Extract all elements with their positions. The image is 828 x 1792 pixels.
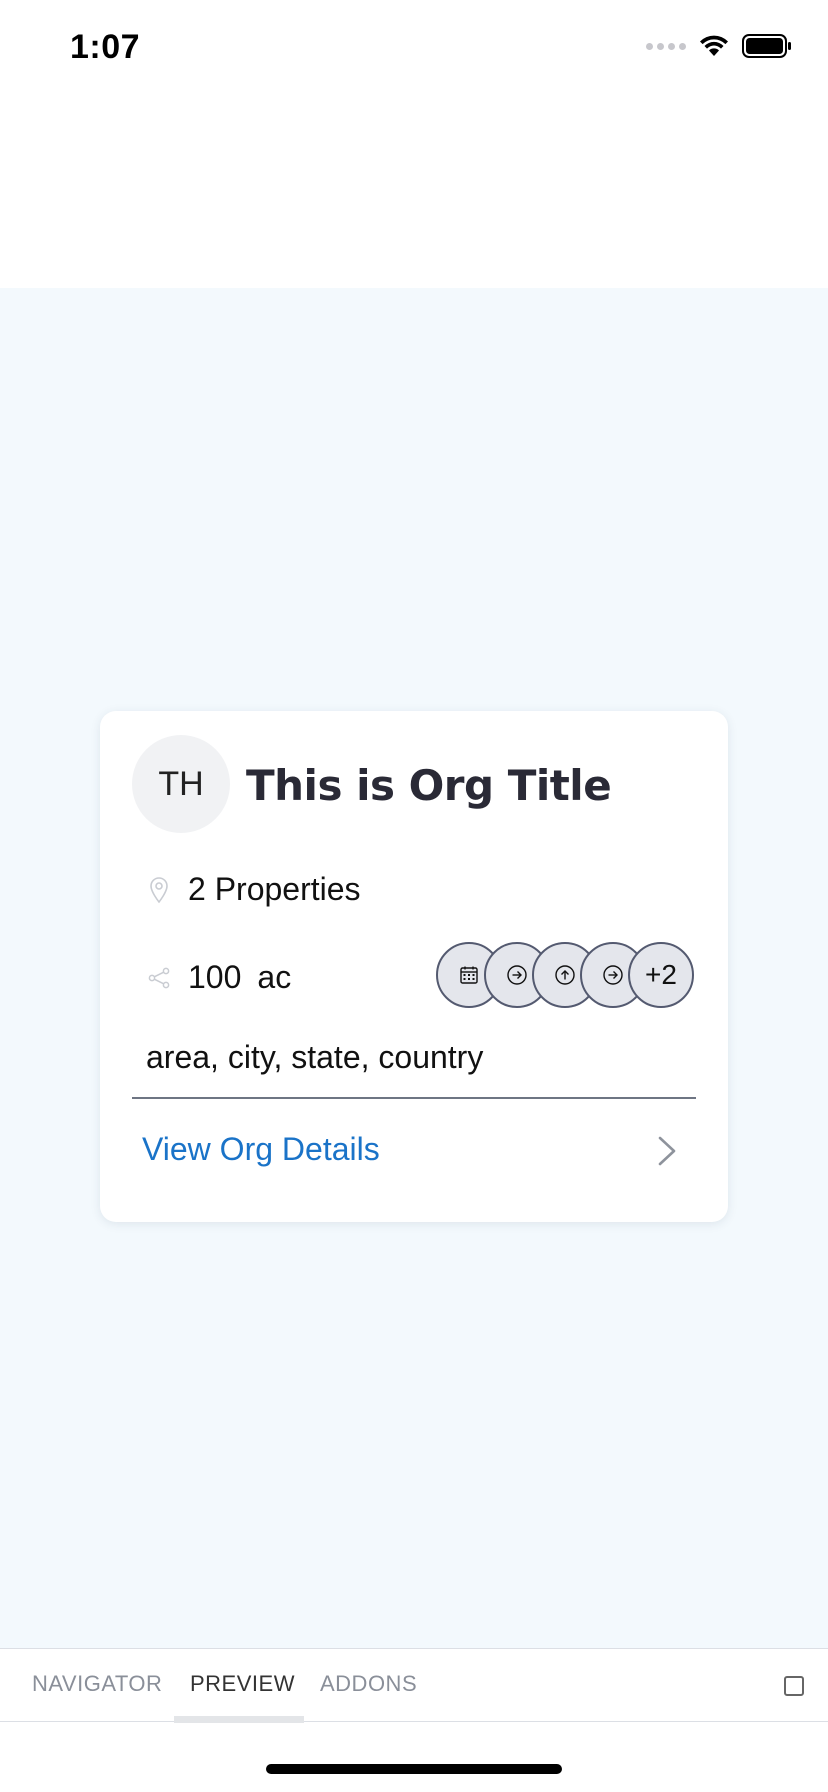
wifi-icon xyxy=(700,35,728,56)
location-pin-icon xyxy=(146,875,172,905)
share-icon xyxy=(146,963,172,993)
tab-preview[interactable]: PREVIEW xyxy=(190,1671,295,1697)
arrow-up-circle-icon xyxy=(555,965,575,985)
home-indicator xyxy=(266,1764,562,1774)
card-divider xyxy=(132,1097,696,1099)
view-org-details-link[interactable]: View Org Details xyxy=(142,1131,380,1168)
more-count-bubble[interactable]: +2 xyxy=(628,942,694,1008)
properties-row: 2 Properties xyxy=(146,871,361,908)
arrow-right-circle-icon xyxy=(603,965,623,985)
tab-navigator[interactable]: NAVIGATOR xyxy=(32,1671,162,1697)
status-indicators xyxy=(646,34,792,58)
org-title: This is Org Title xyxy=(246,761,612,810)
area-unit: ac xyxy=(257,959,292,995)
org-card: TH This is Org Title 2 Properties 100 ac xyxy=(100,711,728,1222)
org-location: area, city, state, country xyxy=(146,1039,484,1075)
active-tab-indicator xyxy=(174,1716,304,1723)
arrow-right-circle-icon xyxy=(507,965,527,985)
properties-count: 2 Properties xyxy=(188,871,361,907)
fullscreen-toggle[interactable] xyxy=(784,1676,804,1696)
calendar-icon xyxy=(460,966,478,984)
tab-addons[interactable]: ADDONS xyxy=(320,1671,417,1697)
status-bar: 1:07 xyxy=(0,0,828,100)
bottom-tab-bar: NAVIGATOR PREVIEW ADDONS xyxy=(0,1648,828,1723)
cellular-signal-icon xyxy=(646,42,686,50)
chevron-right-icon[interactable] xyxy=(656,1135,678,1172)
battery-icon xyxy=(742,34,791,58)
area-row: 100 ac xyxy=(146,959,291,996)
status-time: 1:07 xyxy=(70,28,141,66)
org-avatar: TH xyxy=(132,735,230,833)
area-value: 100 xyxy=(188,959,242,995)
